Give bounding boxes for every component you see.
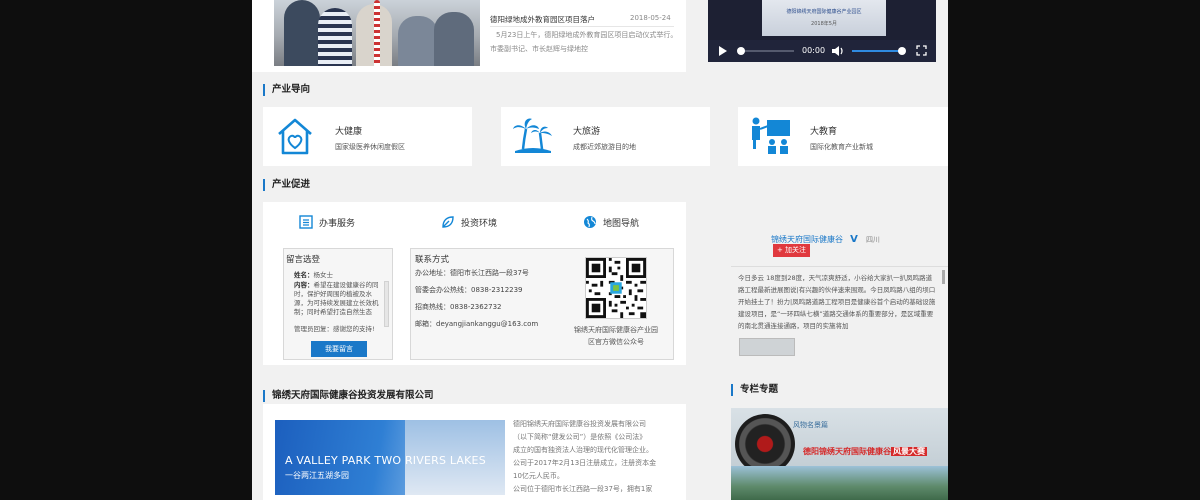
message-reply-label: 管理员回复： [294, 325, 333, 333]
company-card: A VALLEY PARK TWO RIVERS LAKES 一谷两江五湖多园 … [263, 404, 686, 500]
column-title: 专栏专题 [731, 384, 778, 396]
message-name-label: 姓名： [294, 271, 314, 279]
video-progress-handle[interactable] [737, 47, 745, 55]
message-content-label: 内容： [294, 281, 314, 289]
fullscreen-icon[interactable] [916, 45, 927, 56]
weibo-post-image[interactable] [739, 338, 795, 356]
feature-desc-health: 国家级医养休闲度假区 [335, 143, 405, 151]
video-progress-track[interactable] [740, 50, 794, 52]
video-slide-line1: 德阳锦绣天府国际健康谷产业园区 [786, 9, 862, 15]
promotion-title: 产业促进 [263, 179, 310, 191]
news-excerpt-line2: 市委副书记、市长赵辉与绿地控 [490, 45, 588, 53]
message-reply-row: 管理员回复：感谢您的支持! [294, 325, 375, 334]
column-banner[interactable]: 风物名景篇 德阳锦绣天府国际健康谷 风景大赛 [731, 408, 948, 500]
qr-caption-line1: 锦绣天府国际健康谷产业园 [574, 326, 658, 334]
banner-text: A VALLEY PARK TWO RIVERS LAKES [285, 454, 486, 467]
weibo-post: 今日多云 18度到28度，天气凉爽舒适，小谷给大家扒一扒凤鸣路道路工程最新进展图… [738, 274, 936, 330]
news-excerpt-line1: 5月23日上午，德阳绿地成外教育园区项目启动仪式举行。 [496, 31, 678, 39]
weibo-location: 四川 [865, 236, 880, 244]
weibo-follow-button[interactable]: + 加关注 [773, 244, 810, 257]
weibo-scrollbar[interactable] [942, 270, 945, 284]
company-intro-line6: 公司位于德阳市长江西路一段37号，拥有1家 [513, 485, 653, 493]
camera-lens [735, 414, 795, 474]
company-banner[interactable]: A VALLEY PARK TWO RIVERS LAKES 一谷两江五湖多园 [275, 420, 505, 495]
industry-guide-title: 产业导向 [263, 84, 310, 96]
volume-icon[interactable] [832, 46, 844, 56]
leaf-icon [442, 216, 454, 228]
video-time: 00:00 [802, 46, 826, 55]
feature-name-tourism: 大旅游 [573, 127, 601, 137]
page-content: 德阳绿地成外教育园区项目落户 2018-05-24 5月23日上午，德阳绿地成外… [252, 0, 948, 500]
tab-service-label: 办事服务 [319, 218, 356, 229]
message-content[interactable]: 内容：希望在建设健康谷的同时，保护好周围的植被及水源，为可持续发展建立长效机制；… [294, 281, 382, 329]
house-heart-icon [278, 118, 312, 155]
company-intro: 德阳锦绣天府国际健康谷投资发展有限公司 （以下简称“健发公司”）是依照《公司法》… [513, 418, 681, 496]
video-slide-line2: 2018年5月 [811, 21, 837, 27]
column-badge: 风物名景篇 [793, 421, 828, 429]
tab-map[interactable]: 地图导航 [583, 215, 639, 229]
news-divider [490, 26, 674, 27]
tab-investment-label: 投资环境 [461, 218, 498, 229]
weibo-account-name[interactable]: 锦绣天府国际健康谷 [771, 235, 843, 244]
column-headline: 德阳锦绣天府国际健康谷 [803, 447, 891, 456]
message-board-title: 留言选登 [286, 255, 321, 265]
contact-office-phone: 管委会办公热线：0838-2312239 [415, 286, 523, 294]
company-intro-line2: （以下简称“健发公司”）是依照《公司法》 [513, 433, 647, 441]
company-intro-line4: 公司于2017年2月13日注册成立，注册资本金 [513, 459, 657, 467]
banner-subtitle: 一谷两江五湖多园 [285, 471, 349, 480]
column-headline-row: 德阳锦绣天府国际健康谷 风景大赛 [803, 446, 927, 457]
volume-slider[interactable] [852, 50, 904, 52]
contact-invest-phone: 招商热线：0838-2362732 [415, 303, 502, 311]
message-reply-text: 感谢您的支持! [333, 325, 375, 333]
volume-handle[interactable] [898, 47, 906, 55]
contact-lines: 办公地址：德阳市长江西路一段37号 管委会办公热线：0838-2312239 招… [415, 265, 538, 333]
news-title[interactable]: 德阳绿地成外教育园区项目落户 [490, 14, 595, 25]
video-controls: 00:00 [708, 40, 936, 62]
feature-card-health[interactable]: 大健康 国家级医养休闲度假区 [263, 107, 472, 166]
video-slide: 德阳锦绣天府国际健康谷产业园区 2018年5月 [762, 0, 886, 36]
message-name-row: 姓名：杨女士 [294, 269, 333, 279]
video-player[interactable]: 德阳锦绣天府国际健康谷产业园区 2018年5月 00:00 [708, 0, 936, 62]
feature-card-tourism[interactable]: 大旅游 成都近郊旅游目的地 [501, 107, 710, 166]
company-intro-line5: 10亿元人民币。 [513, 472, 564, 480]
news-date: 2018-05-24 [630, 14, 671, 22]
tab-investment[interactable]: 投资环境 [441, 215, 497, 229]
landscape [731, 466, 948, 500]
message-board: 留言选登 姓名：杨女士 内容：希望在建设健康谷的同时，保护好周围的植被及水源，为… [283, 248, 393, 360]
play-icon[interactable] [718, 46, 728, 56]
company-title: 锦绣天府国际健康谷投资发展有限公司 [263, 390, 434, 402]
feature-desc-tourism: 成都近郊旅游目的地 [573, 143, 636, 151]
promotion-card: 办事服务 投资环境 地图导航 留言选登 姓名：杨女士 内容：希望在建设健康谷的同… [263, 202, 686, 365]
tab-map-label: 地图导航 [603, 218, 640, 229]
message-name-value: 杨女士 [313, 271, 334, 279]
weibo-verified-icon: V [850, 234, 858, 245]
weibo-widget: 锦绣天府国际健康谷 V 四川 + 加关注 今日多云 18度到28度，天气凉爽舒适… [731, 202, 948, 367]
contact-email: 邮箱：deyangjiankanggu@163.com [415, 320, 539, 328]
globe-icon [584, 216, 596, 228]
company-intro-line1: 德阳锦绣天府国际健康谷投资发展有限公司 [513, 420, 646, 428]
qr-caption-line2: 区官方微信公众号 [588, 338, 644, 346]
company-intro-line3: 成立的国有独资法人治理的现代化管理企业。 [513, 446, 653, 454]
list-icon [299, 215, 313, 229]
contact-address: 办公地址：德阳市长江西路一段37号 [415, 269, 529, 277]
news-card[interactable]: 德阳绿地成外教育园区项目落户 2018-05-24 5月23日上午，德阳绿地成外… [252, 0, 686, 72]
weibo-divider [731, 266, 948, 267]
contact-box: 联系方式 办公地址：德阳市长江西路一段37号 管委会办公热线：0838-2312… [410, 248, 674, 360]
feature-card-education[interactable]: 大教育 国际化教育产业新城 [738, 107, 948, 166]
teacher-board-icon [752, 117, 790, 154]
feature-desc-education: 国际化教育产业新城 [810, 143, 873, 151]
feature-name-health: 大健康 [335, 127, 363, 137]
contact-title: 联系方式 [415, 255, 450, 265]
news-photo[interactable] [274, 0, 480, 66]
palm-tree-icon [513, 118, 552, 153]
column-highlight: 风景大赛 [891, 447, 927, 456]
wechat-qr-code [585, 257, 647, 319]
feature-name-education: 大教育 [810, 127, 838, 137]
leave-message-button[interactable]: 我要留言 [311, 341, 367, 357]
message-scrollbar[interactable] [384, 281, 389, 327]
tab-service[interactable]: 办事服务 [299, 215, 355, 229]
